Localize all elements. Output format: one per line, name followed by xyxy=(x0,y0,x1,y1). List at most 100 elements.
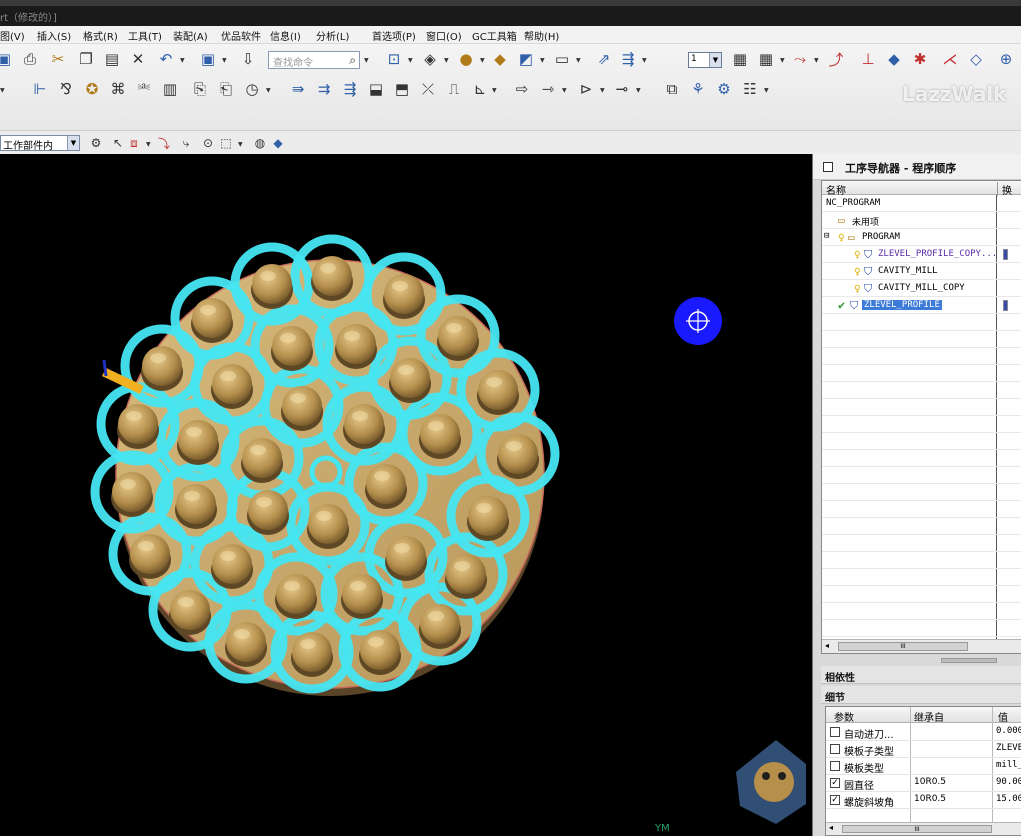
tree-row-unused[interactable]: ▭ 未用项 xyxy=(822,213,1021,229)
move-dropdown-icon[interactable]: ▼ xyxy=(814,57,820,64)
row-checkbox[interactable] xyxy=(830,744,840,754)
menu-youpin-software[interactable]: 优品软件 xyxy=(221,28,261,43)
post-process-icon[interactable]: ⤫ xyxy=(418,79,438,99)
scroll-left-icon[interactable]: ◂ xyxy=(825,641,829,650)
wcs-origin-icon[interactable]: ⇶ xyxy=(618,49,638,69)
command-search-input[interactable]: 查找命令 ⌕ xyxy=(268,51,360,69)
select-filter-icon[interactable]: ⊡ xyxy=(384,49,404,69)
shaded-view-icon[interactable]: ◍ xyxy=(250,133,270,153)
output-clsf-icon[interactable]: ⊾ xyxy=(470,79,490,99)
search-dropdown-icon[interactable]: ▼ xyxy=(364,57,370,64)
menu-tools[interactable]: 工具(T) xyxy=(128,28,162,43)
tree-row-op-2[interactable]: ♀ ⛉ CAVITY_MILL xyxy=(822,264,1021,280)
paste-object-icon[interactable]: ⊳ xyxy=(576,79,596,99)
cube-view-icon[interactable]: ◆ xyxy=(268,133,288,153)
menu-format[interactable]: 格式(R) xyxy=(83,28,118,43)
collapse-icon[interactable]: ⊟ xyxy=(824,231,829,241)
navigator-tree[interactable]: 名称 换 NC_PROGRAM ▭ 未用项 ⊟ ♀ ▭ PROGRAM ♀ ⛉ … xyxy=(821,180,1021,654)
select-box-icon[interactable]: ⧈ xyxy=(124,133,144,153)
cut-icon[interactable]: ✂ xyxy=(48,49,68,69)
details-panel-header[interactable]: 细节 xyxy=(821,686,1021,704)
layer-select[interactable]: 1 ▼ xyxy=(688,52,722,68)
edit-dropdown-icon[interactable]: ▼ xyxy=(562,87,568,94)
shade-dropdown-icon[interactable]: ▼ xyxy=(480,57,486,64)
panel-splitter[interactable] xyxy=(941,658,997,663)
create-method-icon[interactable]: ⌘ xyxy=(108,79,128,99)
create-tool-icon[interactable]: ⅋ xyxy=(56,79,76,99)
tree-row-op-3[interactable]: ♀ ⛉ CAVITY_MILL_COPY xyxy=(822,281,1021,297)
row-checkbox[interactable]: ✓ xyxy=(830,778,840,788)
snap-point-icon[interactable]: ⊙ xyxy=(198,133,218,153)
frame-dropdown-icon[interactable]: ▼ xyxy=(576,57,582,64)
command-finder-icon[interactable]: ⇩ xyxy=(238,49,258,69)
scroll-thumb[interactable]: III xyxy=(842,825,992,833)
menu-analysis[interactable]: 分析(L) xyxy=(316,28,349,43)
copy-icon[interactable]: ❐ xyxy=(76,49,96,69)
move-object-icon[interactable]: ⤳ xyxy=(790,49,810,69)
col-header-name[interactable]: 名称 xyxy=(826,182,846,197)
save-as-icon[interactable]: ▣ xyxy=(198,49,218,69)
render-dropdown-icon[interactable]: ▼ xyxy=(444,57,450,64)
csys-icon[interactable]: ⊥ xyxy=(858,49,878,69)
menu-window[interactable]: 窗口(O) xyxy=(426,28,462,43)
cut-object-icon[interactable]: ⇾ xyxy=(538,79,558,99)
wcs-dropdown-icon[interactable]: ▼ xyxy=(642,57,648,64)
menu-preferences[interactable]: 首选项(P) xyxy=(372,28,416,43)
menu-gc-toolbox[interactable]: GC工具箱 xyxy=(472,28,517,43)
print-icon[interactable]: ⎙ xyxy=(20,49,40,69)
tree-row-nc-program[interactable]: NC_PROGRAM xyxy=(822,196,1021,212)
create-operation-icon[interactable]: ⎃ xyxy=(134,79,154,99)
tree-horizontal-scrollbar[interactable]: ◂ III xyxy=(822,639,1021,653)
rect-select-icon[interactable]: ⬚ xyxy=(216,133,236,153)
program-view-icon[interactable]: ▥ xyxy=(160,79,180,99)
layer-settings-icon[interactable]: ▦ xyxy=(730,49,750,69)
delete-dropdown-icon[interactable]: ▼ xyxy=(636,87,642,94)
shop-docs-icon[interactable]: ⎍ xyxy=(444,79,464,99)
display-object-icon[interactable]: ⧉ xyxy=(662,79,682,99)
undo-icon[interactable]: ↶ xyxy=(156,49,176,69)
method-view-icon[interactable]: ◷ xyxy=(242,79,262,99)
wcs-icon[interactable]: ⇗ xyxy=(594,49,614,69)
tree-row-program[interactable]: ⊟ ♀ ▭ PROGRAM xyxy=(822,230,1021,246)
dependency-panel-header[interactable]: 相依性 xyxy=(821,666,1021,684)
delete-object-icon[interactable]: ⊸ xyxy=(612,79,632,99)
details-horizontal-scrollbar[interactable]: ◂ III xyxy=(826,822,1021,835)
details-row[interactable]: ✓ 圆直径 10R0.5 90.00 xyxy=(826,775,1021,792)
tool-path-icon[interactable]: ◆ xyxy=(884,49,904,69)
operation-list-icon[interactable]: ☷ xyxy=(740,79,760,99)
col-header-value[interactable]: 值 xyxy=(998,709,1008,724)
row-checkbox[interactable] xyxy=(830,727,840,737)
geometry-view-icon[interactable]: ⎗ xyxy=(216,79,236,99)
create-program-icon[interactable]: ⊩ xyxy=(30,79,50,99)
scroll-thumb[interactable]: III xyxy=(838,642,968,651)
scroll-left-icon[interactable]: ◂ xyxy=(829,823,833,832)
datum-icon[interactable]: ⊕ xyxy=(996,49,1016,69)
list-dropdown-icon[interactable]: ▼ xyxy=(764,87,770,94)
snap-icon[interactable]: ⚙ xyxy=(86,133,106,153)
list-path-icon[interactable]: ⇶ xyxy=(340,79,360,99)
save-dropdown-icon[interactable]: ▼ xyxy=(222,57,228,64)
scope-dropdown-icon[interactable]: ▼ xyxy=(67,136,79,150)
menu-help[interactable]: 帮助(H) xyxy=(524,28,559,43)
view-orient-icon[interactable]: ◩ xyxy=(516,49,536,69)
layer-dropdown-icon-2[interactable]: ▼ xyxy=(780,57,786,64)
search-icon[interactable]: ⌕ xyxy=(349,53,356,68)
render-style-icon[interactable]: ◈ xyxy=(420,49,440,69)
details-row[interactable]: 模板子类型 ZLEVE xyxy=(826,741,1021,758)
plane-icon[interactable]: ◇ xyxy=(966,49,986,69)
select-pick-icon[interactable]: ⤵ xyxy=(154,133,174,153)
col-header-swap[interactable]: 换 xyxy=(997,182,1021,197)
menu-assembly[interactable]: 装配(A) xyxy=(173,28,208,43)
shaded-sphere-icon[interactable]: ● xyxy=(456,49,476,69)
paste-icon[interactable]: ▤ xyxy=(102,49,122,69)
selection-scope-select[interactable]: 工作部件内 ▼ xyxy=(0,135,80,152)
vector-icon[interactable]: ⋌ xyxy=(940,49,960,69)
tree-row-op-1[interactable]: ♀ ⛉ ZLEVEL_PROFILE_COPY... xyxy=(822,247,1021,263)
layer-dropdown-icon[interactable]: ▼ xyxy=(709,53,721,67)
replay-path-icon[interactable]: ⇉ xyxy=(314,79,334,99)
frame-icon[interactable]: ▭ xyxy=(552,49,572,69)
tree-row-op-4[interactable]: ✔ ⛉ ZLEVEL_PROFILE xyxy=(822,298,1021,314)
output-dropdown-icon[interactable]: ▼ xyxy=(492,87,498,94)
menu-view[interactable]: 图(V) xyxy=(0,28,25,43)
paste-dropdown-icon[interactable]: ▼ xyxy=(600,87,606,94)
